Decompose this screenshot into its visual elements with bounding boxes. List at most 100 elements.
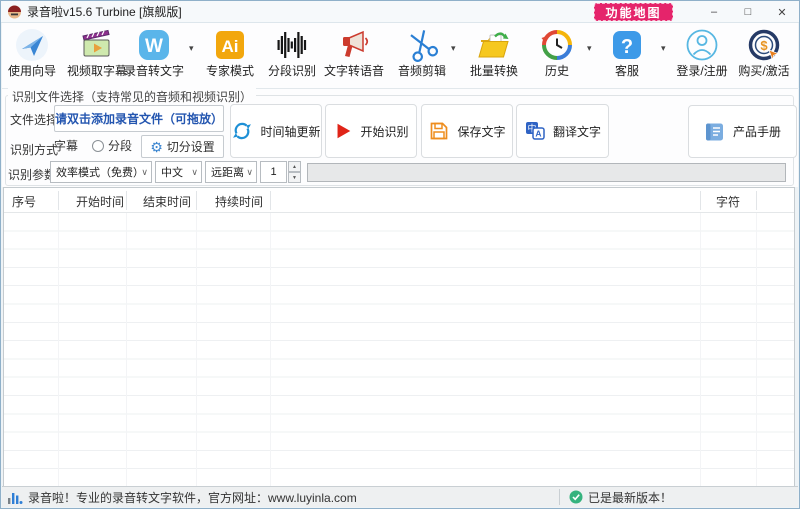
column-divider bbox=[700, 213, 701, 487]
add-file-button[interactable]: 请双击添加录音文件（可拖放） bbox=[54, 105, 224, 132]
radio-label: 字幕 bbox=[54, 137, 78, 154]
toolbar-label: 购买/激活 bbox=[732, 64, 796, 78]
language-select[interactable]: 中文∨ bbox=[155, 161, 202, 183]
radio-segment[interactable]: 分段 bbox=[92, 137, 132, 154]
column-divider bbox=[270, 191, 271, 210]
minimize-button[interactable]: – bbox=[697, 1, 731, 23]
toolbar-item-purchase[interactable]: $ 购买/激活 bbox=[732, 27, 796, 78]
column-divider bbox=[270, 213, 271, 487]
button-label: 产品手册 bbox=[733, 123, 781, 140]
toolbar-label: 批量转换 bbox=[464, 64, 524, 78]
recognition-panel: 识别文件选择（支持常见的音频和视频识别） 文件选择 请双击添加录音文件（可拖放）… bbox=[2, 89, 798, 187]
column-header-end[interactable]: 结束时间 bbox=[143, 193, 191, 210]
start-recognize-button[interactable]: 开始识别 bbox=[325, 104, 417, 158]
radio-subtitle[interactable]: 字幕 bbox=[54, 137, 78, 154]
button-label: 时间轴更新 bbox=[260, 123, 320, 140]
status-left-text: 录音啦！专业的录音转文字软件，官方网址：www.luyinla.com bbox=[28, 489, 357, 506]
results-table: 序号 开始时间 结束时间 持续时间 字符 bbox=[3, 187, 795, 488]
toolbar-item-audio-to-text[interactable]: W 录音转文字 bbox=[119, 27, 189, 78]
column-divider bbox=[756, 213, 757, 487]
window-controls: – □ ✕ bbox=[697, 1, 799, 23]
feature-map-button[interactable]: 功能地图 bbox=[594, 3, 673, 21]
maximize-button[interactable]: □ bbox=[731, 1, 765, 23]
translate-icon: 中A bbox=[524, 120, 546, 142]
toolbar-label: 客服 bbox=[607, 64, 647, 78]
toolbar-label: 登录/注册 bbox=[670, 64, 734, 78]
button-label: 翻译文字 bbox=[553, 123, 601, 140]
column-header-start[interactable]: 开始时间 bbox=[76, 193, 124, 210]
column-divider bbox=[126, 191, 127, 210]
chevron-down-icon[interactable]: ▾ bbox=[451, 43, 456, 54]
chevron-down-icon[interactable]: ▾ bbox=[587, 43, 592, 54]
video-subtitle-icon bbox=[79, 27, 115, 63]
column-divider bbox=[700, 191, 701, 210]
expert-mode-icon: Ai bbox=[212, 27, 248, 63]
chevron-down-icon[interactable]: ▾ bbox=[661, 43, 666, 54]
toolbar-item-support[interactable]: ? 客服 bbox=[607, 27, 647, 78]
button-label: 保存文字 bbox=[457, 123, 505, 140]
column-header-duration[interactable]: 持续时间 bbox=[215, 193, 263, 210]
svg-text:W: W bbox=[145, 36, 163, 57]
radio-label: 分段 bbox=[108, 137, 132, 154]
toolbar-label: 分段识别 bbox=[262, 64, 322, 78]
radio-dot bbox=[92, 140, 104, 152]
toolbar-item-segment-recognize[interactable]: 分段识别 bbox=[262, 27, 322, 78]
svg-text:Ai: Ai bbox=[222, 37, 239, 56]
guide-arrow-icon bbox=[14, 27, 50, 63]
button-label: 开始识别 bbox=[360, 123, 408, 140]
toolbar-item-login[interactable]: 登录/注册 bbox=[670, 27, 734, 78]
toolbar-item-history[interactable]: 历史 bbox=[537, 27, 577, 78]
scissors-icon bbox=[404, 27, 440, 63]
window-title: 录音啦v15.6 Turbine [旗舰版] bbox=[27, 3, 182, 20]
app-logo-icon bbox=[7, 4, 22, 19]
toolbar-label: 使用向导 bbox=[2, 64, 62, 78]
toolbar-item-audio-edit[interactable]: 音频剪辑 bbox=[392, 27, 452, 78]
history-clock-icon bbox=[539, 27, 575, 63]
chevron-down-icon[interactable]: ▾ bbox=[189, 43, 194, 54]
mode-select[interactable]: 效率模式（免费）∨ bbox=[50, 161, 152, 183]
toolbar-item-text-to-speech[interactable]: 文字转语音 bbox=[319, 27, 389, 78]
toolbar-item-expert-mode[interactable]: Ai 专家模式 bbox=[200, 27, 260, 78]
user-icon bbox=[684, 27, 720, 63]
product-manual-button[interactable]: 产品手册 bbox=[688, 105, 797, 158]
toolbar-item-batch-convert[interactable]: 批量转换 bbox=[464, 27, 524, 78]
audio-to-text-icon: W bbox=[136, 27, 172, 63]
status-right-text: 已是最新版本！ bbox=[588, 489, 672, 506]
svg-text:$: $ bbox=[760, 38, 768, 53]
count-spinner-buttons: ▲ ▼ bbox=[288, 161, 301, 183]
toolbar-label: 文字转语音 bbox=[319, 64, 389, 78]
waveform-icon bbox=[274, 27, 310, 63]
column-divider bbox=[58, 213, 59, 487]
recognize-mode-radios: 字幕 分段 bbox=[54, 137, 132, 154]
distance-select[interactable]: 远距离∨ bbox=[205, 161, 257, 183]
translate-text-button[interactable]: 中A 翻译文字 bbox=[516, 104, 609, 158]
select-value: 远距离 bbox=[211, 164, 244, 180]
timeline-update-button[interactable]: 时间轴更新 bbox=[230, 104, 322, 158]
status-left: 录音啦！专业的录音转文字软件，官方网址：www.luyinla.com bbox=[2, 489, 357, 506]
table-body bbox=[4, 213, 794, 487]
svg-text:?: ? bbox=[621, 36, 633, 58]
play-icon bbox=[333, 121, 353, 141]
toolbar-item-guide[interactable]: 使用向导 bbox=[2, 27, 62, 78]
column-header-chars[interactable]: 字符 bbox=[716, 193, 740, 210]
split-settings-button[interactable]: ⚙ 切分设置 bbox=[141, 135, 224, 158]
column-divider bbox=[58, 191, 59, 210]
file-select-label: 文件选择 bbox=[10, 111, 58, 128]
gear-icon: ⚙ bbox=[150, 140, 163, 154]
save-text-button[interactable]: 保存文字 bbox=[421, 104, 513, 158]
status-divider bbox=[559, 489, 560, 505]
column-header-index[interactable]: 序号 bbox=[12, 193, 36, 210]
toolbar-label: 专家模式 bbox=[200, 64, 260, 78]
count-spinner-input[interactable]: 1 bbox=[260, 161, 287, 183]
status-bar: 录音啦！专业的录音转文字软件，官方网址：www.luyinla.com 已是最新… bbox=[2, 486, 798, 507]
main-toolbar: 使用向导 视频取字幕 W 录音转文字 ▾ Ai 专家模式 分段识别 文字转语音 … bbox=[2, 23, 798, 89]
spinner-up-button[interactable]: ▲ bbox=[288, 161, 301, 172]
close-button[interactable]: ✕ bbox=[765, 1, 799, 23]
select-value: 效率模式（免费） bbox=[56, 164, 144, 180]
svg-text:A: A bbox=[535, 129, 541, 139]
book-icon bbox=[704, 121, 726, 143]
column-divider bbox=[756, 191, 757, 210]
params-label: 识别参数 bbox=[8, 166, 56, 183]
select-value: 中文 bbox=[161, 164, 183, 180]
spinner-down-button[interactable]: ▼ bbox=[288, 172, 301, 183]
